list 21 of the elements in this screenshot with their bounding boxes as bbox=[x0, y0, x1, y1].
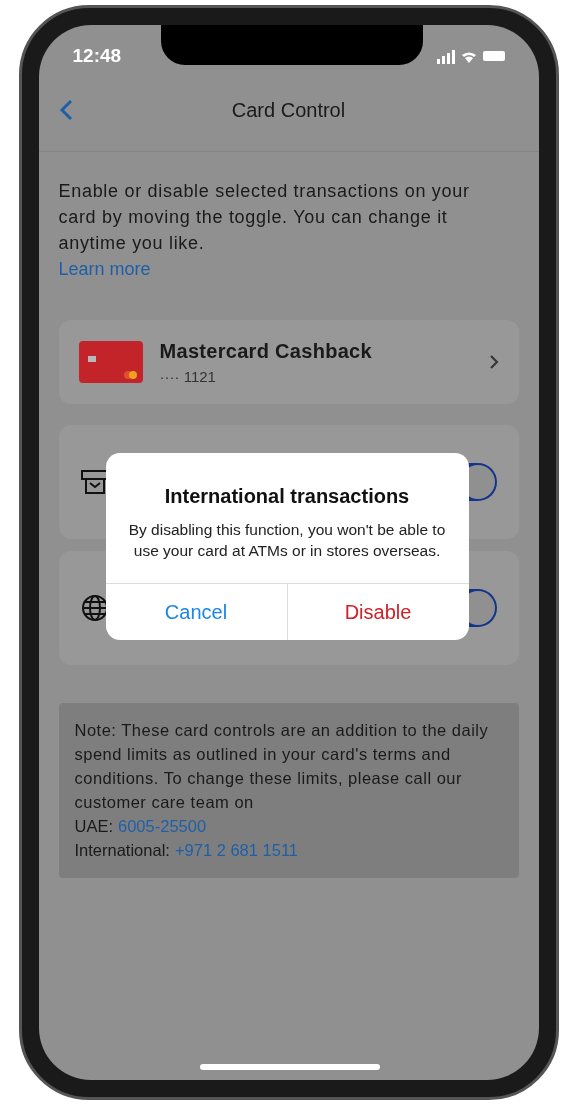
battery-icon bbox=[482, 51, 505, 61]
globe-icon bbox=[80, 594, 109, 622]
contact-label: UAE: bbox=[74, 816, 113, 837]
card-number: ···· 1121 bbox=[159, 366, 217, 387]
dialog-button[interactable]: Disable bbox=[286, 584, 469, 640]
screen-title: Card Control bbox=[231, 98, 346, 123]
contact-label: International: bbox=[74, 840, 170, 861]
atm-icon bbox=[80, 469, 109, 495]
dialog-title: International transactions bbox=[164, 484, 410, 509]
signal-icon bbox=[436, 48, 455, 64]
dialog-button[interactable]: Cancel bbox=[105, 584, 287, 640]
intro-text: Enable or disable selected transactions on your card by moving the toggle. You can change it anytime you like. bbox=[58, 180, 471, 255]
learn-more-link[interactable]: Learn more bbox=[58, 256, 151, 282]
back-icon[interactable] bbox=[58, 99, 73, 121]
card-row[interactable]: Mastercard Cashback ···· 1121 bbox=[58, 320, 519, 404]
card-image-icon bbox=[78, 341, 143, 383]
note-text: Note: These card controls are an addition to the daily spend limits as outlined in your card's terms and conditions. To change these limits, please call our customer care team on bbox=[74, 720, 490, 813]
chevron-right-icon bbox=[488, 354, 499, 370]
status-time: 12:48 bbox=[72, 43, 122, 68]
dialog-message: By disabling this function, you won't be able to use your card at ATMs or in stores overseas. bbox=[127, 520, 447, 561]
card-name: Mastercard Cashback bbox=[159, 338, 373, 364]
